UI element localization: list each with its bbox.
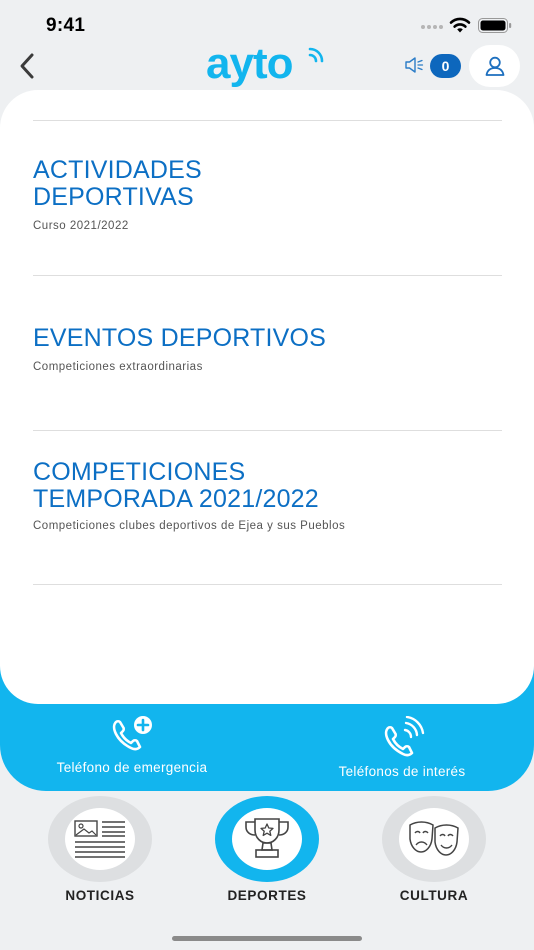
section-subtitle: Competiciones extraordinarias <box>33 361 203 373</box>
theater-masks-icon <box>409 821 459 856</box>
home-indicator <box>172 936 362 941</box>
signal-icon <box>421 25 443 29</box>
tab-label: DEPORTES <box>227 888 307 903</box>
interest-phones-label: Teléfonos de interés <box>338 764 466 779</box>
battery-icon <box>478 18 512 33</box>
tab-circle <box>48 796 152 882</box>
speaker-icon[interactable] <box>404 56 424 74</box>
notification-count-badge[interactable]: 0 <box>430 54 461 78</box>
divider <box>33 120 502 121</box>
app-screen: 9:41 ayto 0 ACTIVIDADES DEPORTIVAS Curso… <box>0 0 534 950</box>
user-profile-button[interactable] <box>469 45 520 87</box>
divider <box>33 275 502 276</box>
divider <box>33 584 502 585</box>
section-actividades-deportivas[interactable]: ACTIVIDADES DEPORTIVAS Curso 2021/2022 <box>33 157 453 233</box>
status-time: 9:41 <box>46 15 86 36</box>
section-title: ACTIVIDADES DEPORTIVAS <box>33 156 202 211</box>
back-button[interactable] <box>12 48 42 84</box>
status-bar: 9:41 <box>0 0 534 48</box>
user-icon <box>485 56 504 76</box>
app-header: ayto 0 <box>0 42 534 90</box>
section-title: COMPETICIONES TEMPORADA 2021/2022 <box>33 458 319 513</box>
wifi-icon <box>449 17 471 33</box>
svg-text:ayto: ayto <box>206 42 293 88</box>
interest-phones-button[interactable]: Teléfonos de interés <box>324 716 480 779</box>
tab-cultura[interactable]: CULTURA <box>382 796 486 903</box>
tab-inner <box>399 808 469 870</box>
tab-label: CULTURA <box>399 888 469 903</box>
section-subtitle: Competiciones clubes deportivos de Ejea … <box>33 520 346 532</box>
emergency-phone-button[interactable]: Teléfono de emergencia <box>40 714 224 775</box>
tab-deportes[interactable]: DEPORTES <box>215 796 319 903</box>
newspaper-icon <box>74 820 125 858</box>
tab-circle <box>215 796 319 882</box>
tab-circle <box>382 796 486 882</box>
phone-calls-icon <box>384 716 425 757</box>
sections-card: ACTIVIDADES DEPORTIVAS Curso 2021/2022 E… <box>0 90 534 704</box>
ayto-logo: ayto <box>206 42 324 88</box>
tab-inner <box>232 808 302 870</box>
emergency-phone-label: Teléfono de emergencia <box>56 760 208 775</box>
section-subtitle: Curso 2021/2022 <box>33 220 129 232</box>
section-title: EVENTOS DEPORTIVOS <box>33 324 327 352</box>
tab-label: NOTICIAS <box>65 888 135 903</box>
tab-noticias[interactable]: NOTICIAS <box>48 796 152 903</box>
tab-inner <box>65 808 135 870</box>
trophy-icon <box>245 818 289 858</box>
section-eventos-deportivos[interactable]: EVENTOS DEPORTIVOS Competiciones extraor… <box>33 325 453 374</box>
divider <box>33 430 502 431</box>
emergency-phone-icon <box>112 716 152 751</box>
chevron-left-icon <box>20 53 34 79</box>
section-competiciones-temporada[interactable]: COMPETICIONES TEMPORADA 2021/2022 Compet… <box>33 459 363 533</box>
